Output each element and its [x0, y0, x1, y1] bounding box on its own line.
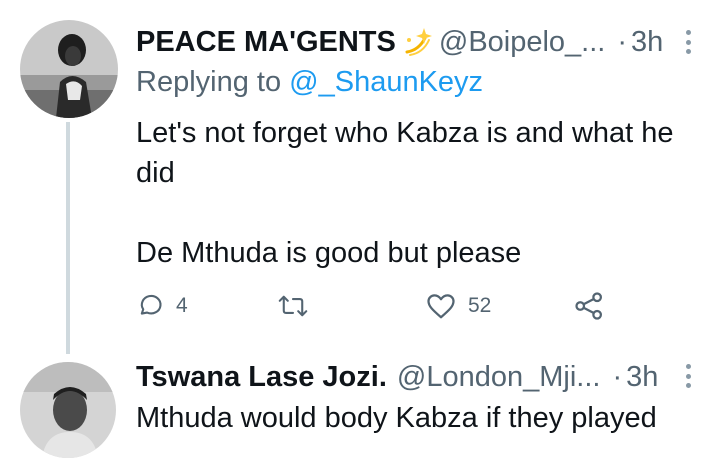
display-name[interactable]: PEACE MA'GENTS: [136, 26, 396, 59]
tweet-1[interactable]: PEACE MA'GENTS @Boipelo_... · 3h Replyin…: [0, 0, 720, 354]
retweet-button[interactable]: [278, 288, 320, 324]
tweet-header: Tswana Lase Jozi. @London_Mji... · 3h: [136, 357, 658, 397]
reply-icon: [140, 294, 162, 315]
user-handle[interactable]: @Boipelo_...: [439, 26, 605, 59]
tweet-text: Mthuda would body Kabza if they played: [136, 398, 706, 438]
thread-line: [66, 122, 70, 354]
tweet-header: PEACE MA'GENTS @Boipelo_... · 3h: [136, 22, 663, 62]
tweet-text-line: Mthuda would body Kabza if they played: [136, 402, 657, 434]
replying-to-label: Replying to: [136, 66, 282, 98]
tweet-time[interactable]: 3h: [626, 361, 658, 394]
more-icon[interactable]: [686, 364, 692, 388]
share-button[interactable]: [574, 288, 604, 324]
replying-to: Replying to @_ShaunKeyz: [136, 66, 483, 99]
reply-count: 4: [176, 294, 188, 317]
replying-to-mention[interactable]: @_ShaunKeyz: [289, 66, 483, 98]
like-icon: [427, 294, 455, 319]
separator-dot: ·: [612, 360, 623, 393]
avatar-peace-magents[interactable]: [20, 20, 118, 118]
user-handle[interactable]: @London_Mji...: [397, 361, 601, 394]
sparkle-emoji-icon: [401, 26, 433, 58]
tweet-text-line: De Mthuda is good but please: [136, 237, 522, 269]
reply-button[interactable]: 4: [136, 288, 188, 324]
tweet-actions: 4 52: [136, 288, 656, 324]
share-icon: [575, 292, 602, 320]
more-icon[interactable]: [686, 30, 692, 54]
like-button[interactable]: 52: [426, 288, 491, 324]
like-count: 52: [468, 294, 492, 317]
tweet-text-line: Let's not forget who Kabza is and what h…: [136, 117, 674, 189]
retweet-icon: [278, 295, 308, 317]
display-name[interactable]: Tswana Lase Jozi.: [136, 361, 387, 394]
tweet-text: Let's not forget who Kabza is and what h…: [136, 113, 706, 273]
tweet-time[interactable]: 3h: [631, 26, 663, 59]
tweet-2[interactable]: Tswana Lase Jozi. @London_Mji... · 3h Mt…: [0, 340, 720, 458]
avatar-tswana-lase-jozi[interactable]: [20, 362, 116, 458]
separator-dot: ·: [617, 25, 628, 58]
